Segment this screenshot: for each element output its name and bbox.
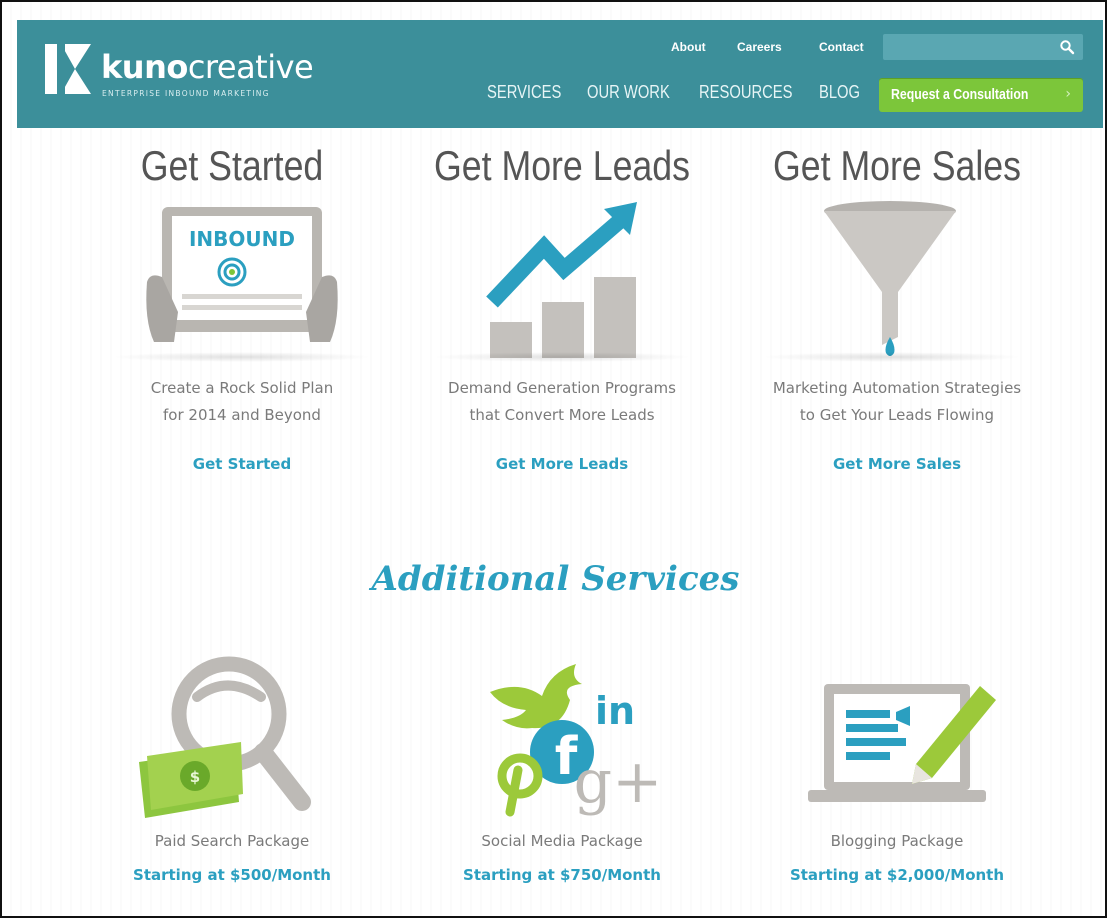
feature-title-get-started: Get Started xyxy=(140,142,324,189)
illustration-shadow xyxy=(762,352,1022,362)
desc-line: to Get Your Leads Flowing xyxy=(799,406,995,424)
service-price-paid-search[interactable]: Starting at $500/Month xyxy=(72,866,392,884)
util-link-about[interactable]: About xyxy=(671,40,706,54)
cta-label: Request a Consultation xyxy=(891,86,1029,103)
social-icons-icon: f in g+ xyxy=(490,664,663,817)
search-box xyxy=(883,34,1083,60)
feature-title-get-more-leads: Get More Leads xyxy=(433,142,690,189)
illustration-shadow xyxy=(432,352,692,362)
google-plus-glyph: g+ xyxy=(574,747,663,817)
desc-line: for 2014 and Beyond xyxy=(163,406,321,424)
funnel-icon xyxy=(824,201,956,356)
desc-line: Marketing Automation Strategies xyxy=(772,379,1022,397)
request-consultation-button[interactable]: Request a Consultation › xyxy=(879,78,1083,112)
desc-line: Demand Generation Programs xyxy=(448,379,676,397)
search-icon[interactable] xyxy=(1059,39,1075,55)
link-get-more-leads[interactable]: Get More Leads xyxy=(402,455,722,473)
nav-services[interactable]: SERVICES xyxy=(487,82,561,103)
feature-desc-get-more-sales: Marketing Automation Strategies to Get Y… xyxy=(737,375,1057,429)
service-name-social-media: Social Media Package xyxy=(481,832,643,850)
logo-tagline: ENTERPRISE INBOUND MARKETING xyxy=(102,89,270,98)
svg-text:$: $ xyxy=(190,768,200,786)
util-link-careers[interactable]: Careers xyxy=(737,40,782,54)
nav-blog[interactable]: BLOG xyxy=(819,82,860,103)
page-frame: kunocreative ENTERPRISE INBOUND MARKETIN… xyxy=(0,0,1107,918)
nav-our-work[interactable]: OUR WORK xyxy=(587,82,670,103)
logo-wordmark: kunocreative xyxy=(101,48,314,86)
growth-chart-icon xyxy=(486,202,637,358)
service-name-blogging: Blogging Package xyxy=(830,832,964,850)
service-name-paid-search: Paid Search Package xyxy=(154,832,310,850)
nav-resources[interactable]: RESOURCES xyxy=(699,82,793,103)
feature-desc-get-started: Create a Rock Solid Plan for 2014 and Be… xyxy=(82,375,402,429)
chevron-right-icon: › xyxy=(1065,86,1071,102)
search-input[interactable] xyxy=(889,37,1053,57)
feature-title-get-more-sales: Get More Sales xyxy=(772,142,1022,189)
util-link-contact[interactable]: Contact xyxy=(819,40,864,54)
tablet-icon: INBOUND xyxy=(146,207,338,342)
linkedin-glyph: in xyxy=(595,689,635,733)
feature-desc-get-more-leads: Demand Generation Programs that Convert … xyxy=(402,375,722,429)
link-get-more-sales[interactable]: Get More Sales xyxy=(737,455,1057,473)
desc-line: Create a Rock Solid Plan xyxy=(150,379,334,397)
tablet-text: INBOUND xyxy=(189,227,295,251)
desc-line: that Convert More Leads xyxy=(469,406,655,424)
magnifier-money-icon: $ xyxy=(139,656,311,818)
kuno-logo-icon xyxy=(45,44,91,94)
site-header: kunocreative ENTERPRISE INBOUND MARKETIN… xyxy=(17,20,1103,128)
service-price-social-media[interactable]: Starting at $750/Month xyxy=(402,866,722,884)
service-price-blogging[interactable]: Starting at $2,000/Month xyxy=(737,866,1057,884)
link-get-started[interactable]: Get Started xyxy=(82,455,402,473)
illustration-shadow xyxy=(112,352,372,362)
laptop-pencil-icon xyxy=(808,684,996,802)
additional-services-heading: Additional Services xyxy=(371,559,740,599)
